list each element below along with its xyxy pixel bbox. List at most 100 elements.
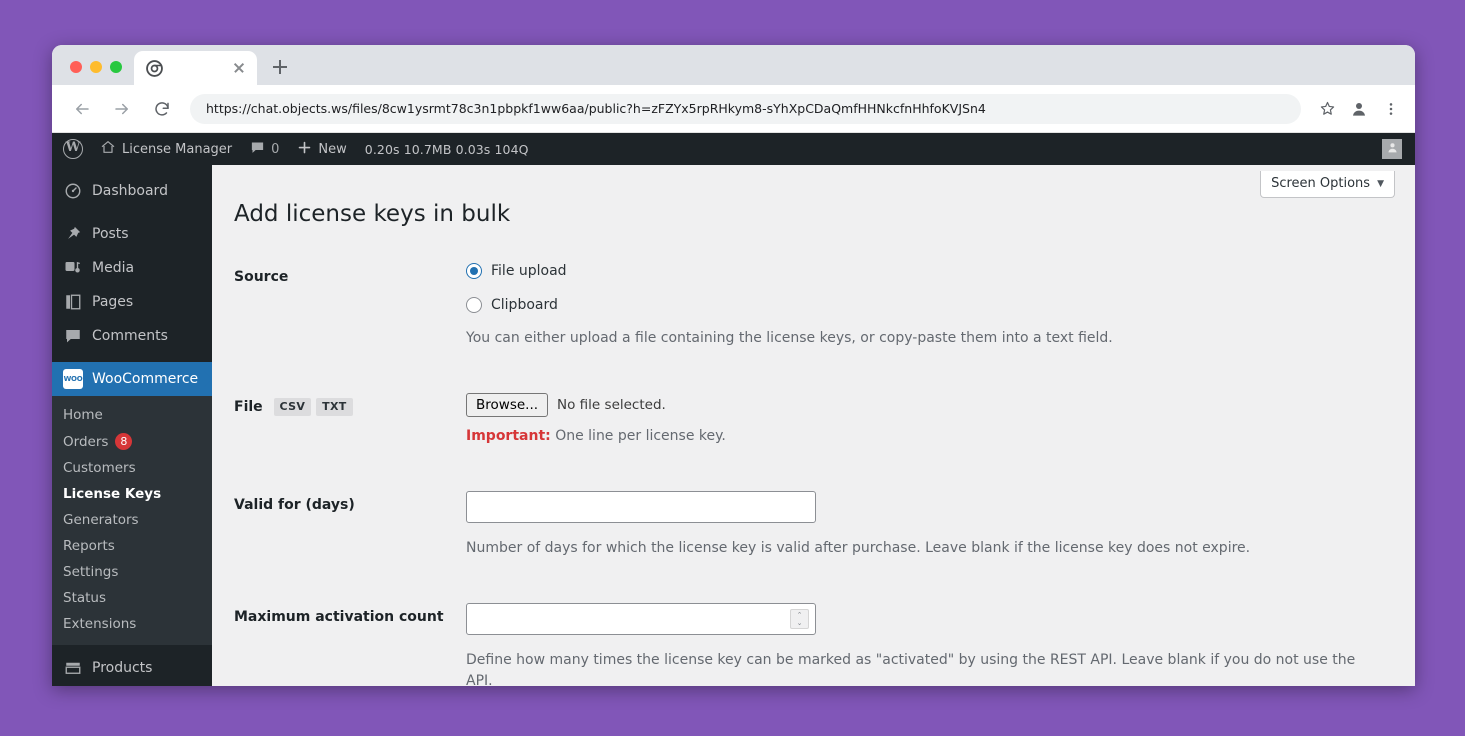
url-text: https://chat.objects.ws/files/8cw1ysrmt7… xyxy=(206,101,986,116)
close-tab-icon[interactable] xyxy=(230,59,248,77)
file-upload-control[interactable]: Browse... No file selected. xyxy=(466,392,1385,417)
screen-options-label: Screen Options xyxy=(1271,176,1371,191)
wp-body: Dashboard Posts Media Pages Comments WOO… xyxy=(52,165,1415,686)
sidebar-item-woocommerce[interactable]: WOO WooCommerce xyxy=(52,362,212,396)
menu-spacer xyxy=(52,165,212,174)
chrome-icon xyxy=(146,59,163,77)
submenu-item-settings[interactable]: Settings xyxy=(52,559,212,585)
file-important-note: Important: One line per license key. xyxy=(466,426,1385,447)
sidebar-item-media[interactable]: Media xyxy=(52,251,212,285)
woocommerce-icon: WOO xyxy=(63,369,83,389)
sidebar-label: Dashboard xyxy=(92,183,168,199)
activation-count-input[interactable] xyxy=(466,602,816,635)
sidebar-item-pages[interactable]: Pages xyxy=(52,285,212,319)
new-content-menu[interactable]: New xyxy=(288,133,355,165)
submenu-item-orders[interactable]: Orders 8 xyxy=(52,428,212,455)
browser-tab[interactable] xyxy=(134,51,257,85)
activation-count-description: Define how many times the license key ca… xyxy=(466,651,1356,686)
submenu-item-reports[interactable]: Reports xyxy=(52,533,212,559)
radio-option-file-upload[interactable]: File upload xyxy=(466,262,1385,279)
tab-strip xyxy=(52,45,1415,85)
page-title: Add license keys in bulk xyxy=(234,201,511,227)
submenu-label: Home xyxy=(63,407,103,423)
new-tab-button[interactable] xyxy=(266,53,294,81)
activation-count-label: Maximum activation count xyxy=(234,608,444,625)
submenu-item-license-keys[interactable]: License Keys xyxy=(52,481,212,507)
valid-for-label: Valid for (days) xyxy=(234,496,355,513)
wp-admin-bar: W License Manager 0 New 0.20s 10.7MB 0.0… xyxy=(52,133,1415,165)
license-bulk-form: Source File upload Clipboard You can eit… xyxy=(234,248,1395,686)
submenu-label: Reports xyxy=(63,538,115,554)
wp-logo-menu[interactable]: W xyxy=(52,133,91,165)
source-description: You can either upload a file containing … xyxy=(466,329,1113,346)
products-icon xyxy=(63,658,83,678)
source-label: Source xyxy=(234,268,289,285)
star-icon[interactable] xyxy=(1313,95,1341,123)
sidebar-label: Comments xyxy=(92,328,168,344)
submenu-label: Orders xyxy=(63,433,109,450)
form-row-source: Source File upload Clipboard You can eit… xyxy=(234,248,1395,378)
site-name-label: License Manager xyxy=(122,141,233,157)
profile-icon[interactable] xyxy=(1345,95,1373,123)
new-label: New xyxy=(318,141,347,157)
back-button[interactable] xyxy=(67,94,97,124)
sidebar-label: Media xyxy=(92,260,135,276)
valid-for-field: Number of days for which the license key… xyxy=(456,476,1395,588)
spinner-down-icon[interactable]: ⌄ xyxy=(797,619,803,627)
close-window-button[interactable] xyxy=(70,61,82,73)
spinner-up-icon[interactable]: ⌃ xyxy=(797,611,803,619)
site-name-menu[interactable]: License Manager xyxy=(91,133,241,165)
submenu-item-customers[interactable]: Customers xyxy=(52,455,212,481)
submenu-item-extensions[interactable]: Extensions xyxy=(52,611,212,637)
submenu-label: License Keys xyxy=(63,486,162,502)
radio-clipboard[interactable] xyxy=(466,296,482,313)
browser-toolbar: https://chat.objects.ws/files/8cw1ysrmt7… xyxy=(52,85,1415,133)
comment-icon xyxy=(63,326,83,346)
pin-icon xyxy=(63,224,83,244)
submenu-item-home[interactable]: Home xyxy=(52,402,212,428)
submenu-label: Status xyxy=(63,590,107,606)
file-label: File xyxy=(234,398,263,415)
no-file-text: No file selected. xyxy=(557,396,666,413)
more-menu-icon[interactable] xyxy=(1377,95,1405,123)
sidebar-item-dashboard[interactable]: Dashboard xyxy=(52,174,212,208)
badge-csv: CSV xyxy=(273,397,312,417)
orders-badge: 8 xyxy=(115,433,133,450)
maximize-window-button[interactable] xyxy=(110,61,122,73)
performance-metrics[interactable]: 0.20s 10.7MB 0.03s 104Q xyxy=(356,133,538,165)
avatar[interactable] xyxy=(1382,139,1402,159)
badge-txt: TXT xyxy=(316,397,353,417)
window-controls xyxy=(52,61,134,85)
number-spinner[interactable]: ⌃ ⌄ xyxy=(790,608,809,629)
performance-text: 0.20s 10.7MB 0.03s 104Q xyxy=(364,141,529,157)
sidebar-item-products[interactable]: Products xyxy=(52,651,212,685)
browse-button[interactable]: Browse... xyxy=(466,392,549,417)
screen-options-button[interactable]: Screen Options ▼ xyxy=(1260,171,1395,198)
valid-for-description: Number of days for which the license key… xyxy=(466,539,1251,556)
sidebar-item-posts[interactable]: Posts xyxy=(52,217,212,251)
menu-spacer-3 xyxy=(52,353,212,362)
minimize-window-button[interactable] xyxy=(90,61,102,73)
chevron-down-icon: ▼ xyxy=(1377,178,1384,189)
valid-for-input[interactable] xyxy=(466,490,816,523)
wordpress-icon: W xyxy=(63,139,83,159)
submenu-label: Generators xyxy=(63,512,139,528)
address-bar[interactable]: https://chat.objects.ws/files/8cw1ysrmt7… xyxy=(190,93,1301,124)
forward-button[interactable] xyxy=(107,94,137,124)
radio-option-clipboard[interactable]: Clipboard xyxy=(466,296,1385,313)
radio-file-upload[interactable] xyxy=(466,262,482,279)
sidebar-label: Posts xyxy=(92,226,129,242)
sidebar-item-comments[interactable]: Comments xyxy=(52,319,212,353)
important-label: Important: xyxy=(466,427,551,444)
comment-bubble-icon xyxy=(250,140,265,159)
submenu-item-status[interactable]: Status xyxy=(52,585,212,611)
reload-button[interactable] xyxy=(147,94,177,124)
submenu-item-generators[interactable]: Generators xyxy=(52,507,212,533)
activation-count-wrapper: ⌃ ⌄ xyxy=(466,602,816,635)
activation-count-field: ⌃ ⌄ Define how many times the license ke… xyxy=(456,588,1395,686)
sidebar-label: WooCommerce xyxy=(92,371,199,387)
comments-menu[interactable]: 0 xyxy=(241,133,288,165)
radio-label: Clipboard xyxy=(491,296,558,313)
user-icon xyxy=(1386,141,1399,158)
pages-icon xyxy=(63,292,83,312)
